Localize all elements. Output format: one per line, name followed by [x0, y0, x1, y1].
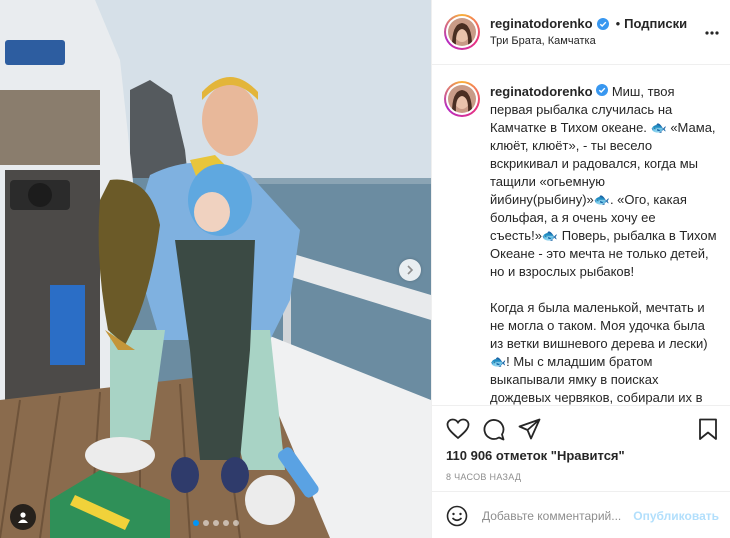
chevron-right-icon	[407, 265, 414, 275]
comment-button[interactable]	[482, 418, 505, 446]
carousel-indicator	[0, 520, 431, 526]
photo-scene	[0, 0, 431, 538]
carousel-dot	[212, 520, 219, 526]
comment-input[interactable]	[482, 506, 637, 526]
carousel-dot	[222, 520, 229, 526]
follow-button[interactable]: Подписки	[624, 16, 687, 31]
likes-count[interactable]: 110 906 отметок "Нравится"	[446, 448, 625, 463]
post-photo[interactable]	[0, 0, 431, 538]
carousel-dot	[202, 520, 209, 526]
post-caption: reginatodorenko Миш, твоя первая рыбалка…	[490, 83, 720, 405]
publish-button[interactable]: Опубликовать	[633, 509, 719, 523]
caption-username[interactable]: reginatodorenko	[490, 84, 593, 99]
post-header: reginatodorenko • Подписки Три Брата, Ка…	[432, 0, 730, 65]
bookmark-icon	[699, 418, 717, 440]
like-button[interactable]	[446, 418, 470, 445]
next-photo-button[interactable]	[399, 259, 421, 281]
avatar-image	[448, 85, 476, 113]
more-icon	[705, 31, 719, 35]
share-icon	[518, 418, 541, 440]
comments-area[interactable]: reginatodorenko Миш, твоя первая рыбалка…	[432, 65, 730, 405]
post-side-panel: reginatodorenko • Подписки Три Брата, Ка…	[431, 0, 730, 538]
emoji-icon	[446, 505, 468, 527]
avatar-image	[448, 18, 476, 46]
more-options-button[interactable]	[705, 22, 719, 40]
heart-icon	[446, 418, 470, 440]
carousel-dot	[232, 520, 239, 526]
post-timestamp[interactable]: 8 часов назад	[446, 472, 521, 482]
location-link[interactable]: Три Брата, Камчатка	[490, 35, 596, 47]
share-button[interactable]	[518, 418, 541, 445]
verified-icon	[596, 84, 609, 96]
verified-icon	[596, 17, 609, 30]
comment-icon	[483, 419, 505, 441]
caption-text: Миш, твоя первая рыбалка случилась на Ка…	[490, 84, 717, 405]
separator-dot: •	[615, 16, 621, 31]
add-comment-row: Опубликовать	[432, 491, 730, 538]
emoji-button[interactable]	[446, 505, 468, 532]
carousel-dot	[192, 520, 199, 526]
username-link[interactable]: reginatodorenko	[490, 16, 593, 31]
username-row: reginatodorenko • Подписки	[490, 16, 687, 31]
avatar[interactable]	[444, 81, 480, 117]
avatar[interactable]	[444, 14, 480, 50]
save-button[interactable]	[698, 418, 718, 446]
tagged-users-button[interactable]	[10, 504, 36, 530]
